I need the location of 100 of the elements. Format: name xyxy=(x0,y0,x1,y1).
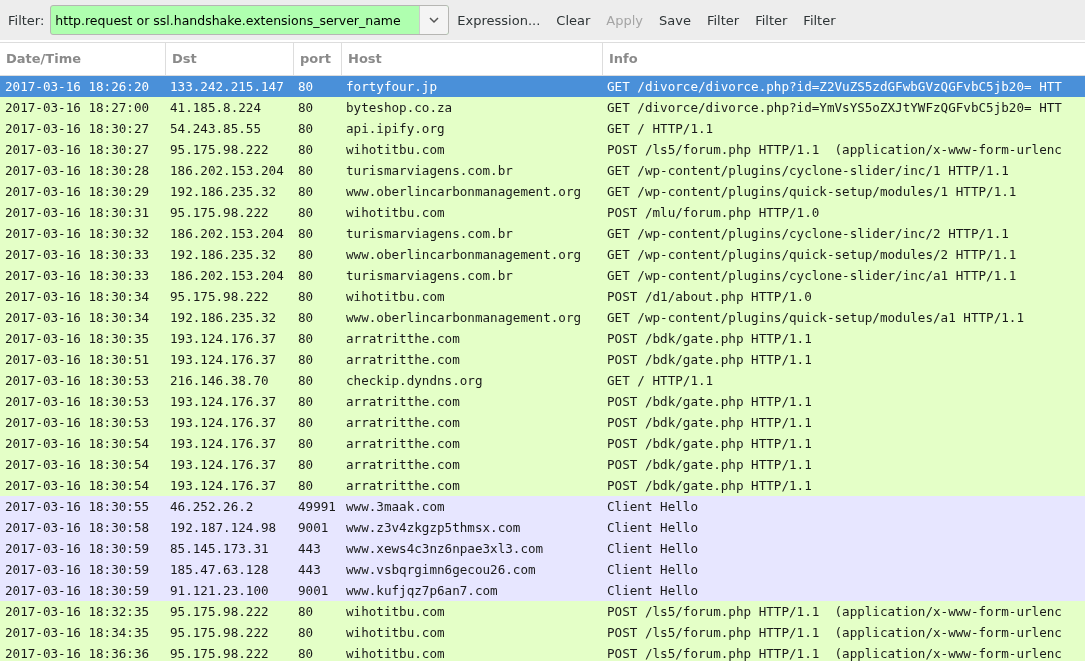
table-cell-text: 2017-03-16 18:30:58 xyxy=(4,519,151,537)
packet-row[interactable]: 2017-03-16 18:30:35 193.124.176.37 80 arratritthe.com POST /bdk/gate.php HTTP/1.1 xyxy=(0,328,1085,349)
toolbar-button[interactable]: Filter xyxy=(795,6,844,34)
packet-row[interactable]: 2017-03-16 18:30:34 95.175.98.222 80 wihotitbu.com POST /d1/about.php HTTP/1.0 xyxy=(0,286,1085,307)
packet-row[interactable]: 2017-03-16 18:30:29 192.186.235.32 80 www.oberlincarbonmanagement.org GET /wp-content/plugins/quick-setup/modules/1 HTTP/1.1 xyxy=(0,181,1085,202)
table-cell-text: 443 xyxy=(297,540,322,558)
table-cell-text: 443 xyxy=(297,561,322,579)
table-cell-text: 2017-03-16 18:30:34 xyxy=(4,309,151,327)
packet-row[interactable]: 2017-03-16 18:30:31 95.175.98.222 80 wihotitbu.com POST /mlu/forum.php HTTP/1.0 xyxy=(0,202,1085,223)
table-cell-text: POST /d1/about.php HTTP/1.0 xyxy=(606,288,813,306)
table-cell-text: 192.187.124.98 xyxy=(169,519,278,537)
packet-row[interactable]: 2017-03-16 18:30:33 192.186.235.32 80 www.oberlincarbonmanagement.org GET /wp-content/plugins/quick-setup/modules/2 HTTP/1.1 xyxy=(0,244,1085,265)
table-cell-text: 54.243.85.55 xyxy=(169,120,262,138)
table-cell-text: GET /wp-content/plugins/quick-setup/modules/a1 HTTP/1.1 xyxy=(606,309,1025,327)
dropdown-caret-icon[interactable] xyxy=(419,6,449,34)
table-cell-text: 80 xyxy=(297,288,315,306)
table-cell-text: 80 xyxy=(297,204,315,222)
packet-row[interactable]: 2017-03-16 18:30:58 192.187.124.98 9001 www.z3v4zkgzp5thmsx.com Client Hello xyxy=(0,517,1085,538)
table-cell-text: 80 xyxy=(297,414,315,432)
table-cell-text: 80 xyxy=(297,393,315,411)
packet-row[interactable]: 2017-03-16 18:30:59 85.145.173.31 443 www.xews4c3nz6npae3xl3.com Client Hello xyxy=(0,538,1085,559)
packet-row[interactable]: 2017-03-16 18:30:55 46.252.26.2 49991 www.3maak.com Client Hello xyxy=(0,496,1085,517)
table-cell-text: 80 xyxy=(297,645,315,661)
table-cell-text: wihotitbu.com xyxy=(345,141,446,159)
toolbar-button[interactable]: Filter xyxy=(747,6,796,34)
table-cell-text: POST /mlu/forum.php HTTP/1.0 xyxy=(606,204,821,222)
packet-row[interactable]: 2017-03-16 18:30:33 186.202.153.204 80 turismarviagens.com.br GET /wp-content/plugins/cyclone-slider/inc/a1 HTTP/1.1 xyxy=(0,265,1085,286)
packet-row[interactable]: 2017-03-16 18:30:54 193.124.176.37 80 arratritthe.com POST /bdk/gate.php HTTP/1.1 xyxy=(0,433,1085,454)
table-cell-text: Client Hello xyxy=(606,519,699,537)
table-cell-text: 2017-03-16 18:30:51 xyxy=(4,351,151,369)
table-cell-text: wihotitbu.com xyxy=(345,645,446,661)
table-cell-text: 2017-03-16 18:30:28 xyxy=(4,162,151,180)
table-cell-text: www.3maak.com xyxy=(345,498,446,516)
packet-row[interactable]: 2017-03-16 18:30:54 193.124.176.37 80 arratritthe.com POST /bdk/gate.php HTTP/1.1 xyxy=(0,475,1085,496)
table-cell-text: wihotitbu.com xyxy=(345,204,446,222)
table-cell-text: wihotitbu.com xyxy=(345,624,446,642)
table-cell-text: 216.146.38.70 xyxy=(169,372,270,390)
toolbar-button[interactable]: Filter xyxy=(698,6,748,34)
table-cell-text: 2017-03-16 18:30:27 xyxy=(4,141,151,159)
table-cell-text: www.oberlincarbonmanagement.org xyxy=(345,309,583,327)
packet-row[interactable]: 2017-03-16 18:30:34 192.186.235.32 80 www.oberlincarbonmanagement.org GET /wp-content/plugins/quick-setup/modules/a1 HTTP/1.1 xyxy=(0,307,1085,328)
table-cell-text: 80 xyxy=(297,351,315,369)
table-cell-text: 2017-03-16 18:34:35 xyxy=(4,624,151,642)
packet-row[interactable]: 2017-03-16 18:30:27 95.175.98.222 80 wihotitbu.com POST /ls5/forum.php HTTP/1.1 (application/x-www-form-urlenc xyxy=(0,139,1085,160)
packet-row[interactable]: 2017-03-16 18:27:00 41.185.8.224 80 byteshop.co.za GET /divorce/divorce.php?id=YmVsYS5oZXJtYWFzQGFvbC5jb20= HTT xyxy=(0,97,1085,118)
packet-row[interactable]: 2017-03-16 18:32:35 95.175.98.222 80 wihotitbu.com POST /ls5/forum.php HTTP/1.1 (application/x-www-form-urlenc xyxy=(0,601,1085,622)
table-cell-text: 2017-03-16 18:30:59 xyxy=(4,540,151,558)
table-cell-text: 80 xyxy=(297,183,315,201)
table-cell-text: GET /divorce/divorce.php?id=YmVsYS5oZXJtYWFzQGFvbC5jb20= HTT xyxy=(606,99,1063,117)
table-cell-text: arratritthe.com xyxy=(345,414,461,432)
table-cell-text: 95.175.98.222 xyxy=(169,603,270,621)
table-cell-text: 2017-03-16 18:30:54 xyxy=(4,477,151,495)
table-cell-text: 95.175.98.222 xyxy=(169,204,270,222)
packet-row[interactable]: 2017-03-16 18:30:59 185.47.63.128 443 www.vsbqrgimn6gecou26.com Client Hello xyxy=(0,559,1085,580)
table-cell-text: www.xews4c3nz6npae3xl3.com xyxy=(345,540,545,558)
table-cell-text: 80 xyxy=(297,624,315,642)
packet-row[interactable]: 2017-03-16 18:30:59 91.121.23.100 9001 www.kufjqz7p6an7.com Client Hello xyxy=(0,580,1085,601)
table-cell-text: 80 xyxy=(297,267,315,285)
table-cell-text: 80 xyxy=(297,225,315,243)
table-cell-text: arratritthe.com xyxy=(345,477,461,495)
table-cell-text: 80 xyxy=(297,603,315,621)
table-cell-text: POST /bdk/gate.php HTTP/1.1 xyxy=(606,414,813,432)
packet-row[interactable]: 2017-03-16 18:30:53 193.124.176.37 80 arratritthe.com POST /bdk/gate.php HTTP/1.1 xyxy=(0,391,1085,412)
table-cell-text: 186.202.153.204 xyxy=(169,267,285,285)
table-cell-text: 133.242.215.147 xyxy=(169,78,285,96)
table-cell-text: 80 xyxy=(297,99,315,117)
table-cell-text: Client Hello xyxy=(606,540,699,558)
packet-row[interactable]: 2017-03-16 18:30:53 193.124.176.37 80 arratritthe.com POST /bdk/gate.php HTTP/1.1 xyxy=(0,412,1085,433)
packet-row[interactable]: 2017-03-16 18:30:53 216.146.38.70 80 checkip.dyndns.org GET / HTTP/1.1 xyxy=(0,370,1085,391)
table-cell-text: 193.124.176.37 xyxy=(169,477,278,495)
packet-row[interactable]: 2017-03-16 18:30:54 193.124.176.37 80 arratritthe.com POST /bdk/gate.php HTTP/1.1 xyxy=(0,454,1085,475)
table-cell-text: 193.124.176.37 xyxy=(169,435,278,453)
table-cell-text: 80 xyxy=(297,456,315,474)
table-cell-text: 91.121.23.100 xyxy=(169,582,270,600)
packet-row[interactable]: 2017-03-16 18:30:32 186.202.153.204 80 turismarviagens.com.br GET /wp-content/plugins/cyclone-slider/inc/2 HTTP/1.1 xyxy=(0,223,1085,244)
table-cell-text: 192.186.235.32 xyxy=(169,309,278,327)
packet-row[interactable]: 2017-03-16 18:34:35 95.175.98.222 80 wihotitbu.com POST /ls5/forum.php HTTP/1.1 (application/x-www-form-urlenc xyxy=(0,622,1085,643)
table-cell-text: api.ipify.org xyxy=(345,120,446,138)
table-cell-text: arratritthe.com xyxy=(345,456,461,474)
table-cell-text: POST /bdk/gate.php HTTP/1.1 xyxy=(606,393,813,411)
toolbar-button[interactable]: Expression... xyxy=(449,6,549,34)
table-cell-text: 193.124.176.37 xyxy=(169,330,278,348)
table-cell-text: www.oberlincarbonmanagement.org xyxy=(345,183,583,201)
table-cell-text: 2017-03-16 18:30:59 xyxy=(4,561,151,579)
toolbar-button[interactable]: Clear xyxy=(548,6,599,34)
table-cell-text: checkip.dyndns.org xyxy=(345,372,484,390)
toolbar-button[interactable]: Save xyxy=(651,6,699,34)
table-cell-text: 2017-03-16 18:32:35 xyxy=(4,603,151,621)
table-cell-text: 2017-03-16 18:30:33 xyxy=(4,246,151,264)
table-cell-text: www.z3v4zkgzp5thmsx.com xyxy=(345,519,522,537)
table-cell-text: 95.175.98.222 xyxy=(169,624,270,642)
packet-row[interactable]: 2017-03-16 18:30:28 186.202.153.204 80 turismarviagens.com.br GET /wp-content/plugins/cyclone-slider/inc/1 HTTP/1.1 xyxy=(0,160,1085,181)
filter-field[interactable]: http.request or ssl.handshake.extensions_server_name xyxy=(50,5,450,35)
table-cell-text: POST /ls5/forum.php HTTP/1.1 (application/x-www-form-urlenc xyxy=(606,603,1063,621)
packet-row[interactable]: 2017-03-16 18:36:36 95.175.98.222 80 wihotitbu.com POST /ls5/forum.php HTTP/1.1 (application/x-www-form-urlenc xyxy=(0,643,1085,661)
packet-row[interactable]: 2017-03-16 18:30:51 193.124.176.37 80 arratritthe.com POST /bdk/gate.php HTTP/1.1 xyxy=(0,349,1085,370)
table-cell-text: Client Hello xyxy=(606,561,699,579)
packet-row[interactable]: 2017-03-16 18:30:27 54.243.85.55 80 api.ipify.org GET / HTTP/1.1 xyxy=(0,118,1085,139)
table-cell-text: GET /wp-content/plugins/cyclone-slider/inc/2 HTTP/1.1 xyxy=(606,225,1010,243)
table-cell-text: 2017-03-16 18:30:54 xyxy=(4,456,151,474)
